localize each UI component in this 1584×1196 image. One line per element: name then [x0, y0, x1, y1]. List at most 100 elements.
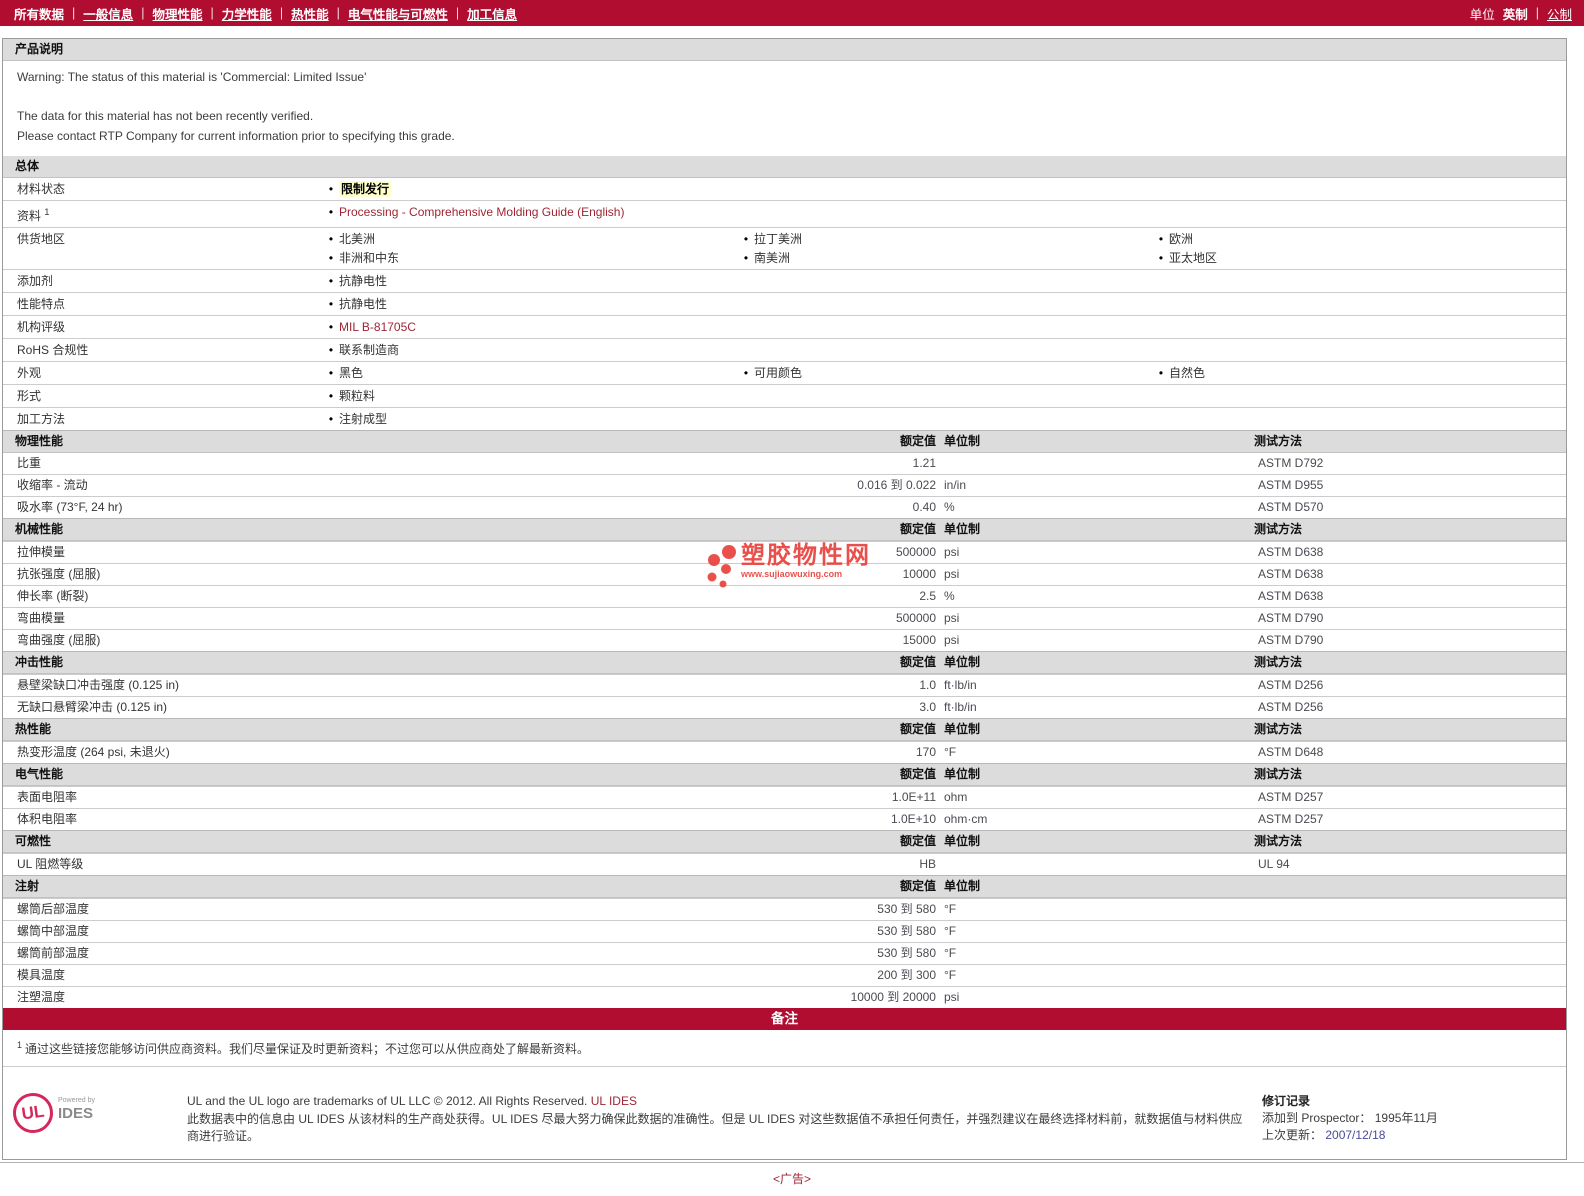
table-section-header: 热性能 额定值 单位制 测试方法	[3, 718, 1566, 741]
nav-item-5[interactable]: 电气性能与可燃性	[348, 4, 448, 23]
unit-switcher: 单位 英制 | 公制	[1470, 4, 1572, 23]
row-test-method: ASTM D638	[1258, 567, 1324, 581]
property-value-col-1: • 抗静电性	[323, 296, 738, 312]
row-value: 1.0E+11	[891, 790, 936, 804]
col-header-unit: 单位制	[944, 834, 981, 848]
property-label: 资料 1	[17, 207, 50, 223]
general-row: 外观 • 黑色 • 可用颜色 • 自然色	[3, 361, 1566, 384]
row-unit: °F	[944, 946, 957, 960]
general-row: 性能特点 • 抗静电性	[3, 292, 1566, 315]
warning-text: Warning: The status of this material is …	[17, 70, 367, 84]
nav-item-2[interactable]: 物理性能	[153, 4, 203, 23]
bullet-icon: •	[743, 232, 749, 246]
table-section-header: 注射 额定值 单位制	[3, 875, 1566, 898]
row-value: 2.5	[919, 589, 936, 603]
revision-record: 修订记录 添加到 Prospector： 1995年11月 上次更新： 2007…	[1262, 1093, 1554, 1144]
bullet-item: • 抗静电性	[323, 273, 738, 289]
table-row: 悬壁梁缺口冲击强度 (0.125 in) 1.0 ft·lb/in ASTM D256	[3, 674, 1566, 696]
table-row: 体积电阻率 1.0E+10 ohm·cm ASTM D257	[3, 808, 1566, 830]
bullet-item: • 可用颜色	[738, 365, 1153, 381]
nav-item-4[interactable]: 热性能	[291, 4, 329, 23]
ad-link[interactable]: <广告>	[773, 1172, 811, 1186]
nav-item-0: 所有数据	[14, 7, 65, 22]
row-label: 无缺口悬臂梁冲击 (0.125 in)	[17, 700, 168, 714]
table-row: 抗张强度 (屈服) 10000 psi ASTM D638	[3, 563, 1566, 585]
row-value: 170	[915, 745, 936, 759]
revision-updated-value: 2007/12/18	[1325, 1128, 1386, 1142]
property-value-text: 注射成型	[339, 412, 388, 426]
unit-separator: |	[1535, 6, 1539, 20]
section-header-general: 总体	[3, 156, 1566, 178]
col-header-method: 测试方法	[1254, 834, 1303, 848]
row-label: 体积电阻率	[17, 812, 78, 826]
col-header-value: 额定值	[899, 655, 936, 669]
nav-item-6[interactable]: 加工信息	[467, 4, 517, 23]
col-header-value: 额定值	[899, 434, 936, 448]
nav-item-1[interactable]: 一般信息	[83, 4, 133, 23]
table-section-title: 冲击性能	[15, 655, 64, 669]
row-unit: %	[944, 500, 955, 514]
property-value-text: 可用颜色	[754, 366, 803, 380]
property-value-text: 联系制造商	[339, 343, 400, 357]
table-row: 热变形温度 (264 psi, 未退火) 170 °F ASTM D648	[3, 741, 1566, 763]
table-section-header: 冲击性能 额定值 单位制 测试方法	[3, 651, 1566, 674]
col-header-unit: 单位制	[944, 522, 981, 536]
table-row: 螺筒前部温度 530 到 580 °F	[3, 942, 1566, 964]
bullet-item: • 抗静电性	[323, 296, 738, 312]
property-value-col-3	[1153, 181, 1566, 197]
row-test-method: ASTM D638	[1258, 589, 1324, 603]
row-label: 收缩率 - 流动	[17, 478, 88, 492]
row-label: 表面电阻率	[17, 790, 78, 804]
bullet-icon: •	[743, 251, 749, 265]
col-header-unit: 单位制	[944, 655, 981, 669]
bullet-icon: •	[328, 205, 334, 219]
property-value-text: 抗静电性	[339, 297, 388, 311]
bullet-item: • 欧洲	[1153, 231, 1566, 247]
property-value-link[interactable]: MIL B-81705C	[339, 319, 416, 335]
col-header-unit: 单位制	[944, 434, 981, 448]
row-value: 1.0	[919, 678, 936, 692]
col-header-value: 额定值	[899, 767, 936, 781]
nav-item-3[interactable]: 力学性能	[222, 4, 272, 23]
ides-logo-text: Powered by IDES	[58, 1093, 95, 1122]
nav-separator: |	[72, 6, 76, 20]
property-label: 外观	[17, 366, 42, 380]
description-line-3: Please contact RTP Company for current i…	[17, 129, 455, 143]
row-unit: in/in	[944, 478, 967, 492]
row-value: 530 到 580	[877, 946, 936, 960]
property-label: 性能特点	[17, 297, 66, 311]
row-label: 比重	[17, 456, 42, 470]
property-value-col-1: • 注射成型	[323, 411, 738, 427]
row-test-method	[1254, 924, 1566, 939]
general-properties: 材料状态 • 限制发行 资料 1 • Processing - Comprehensive…	[3, 178, 1566, 430]
row-test-method: ASTM D256	[1258, 700, 1324, 714]
row-value: 10000	[902, 567, 936, 581]
property-value-text: 抗静电性	[339, 274, 388, 288]
property-value-col-3	[1153, 388, 1566, 404]
row-label: 弯曲模量	[17, 611, 66, 625]
property-value-col-3	[1153, 411, 1566, 427]
general-row: 资料 1 • Processing - Comprehensive Molding …	[3, 200, 1566, 227]
nav-separator: |	[141, 6, 145, 20]
row-test-method: ASTM D790	[1258, 633, 1324, 647]
table-section-title: 注射	[15, 879, 40, 893]
row-value: 530 到 580	[877, 924, 936, 938]
row-unit: °F	[944, 924, 957, 938]
footer-disclaimer: UL and the UL logo are trademarks of UL …	[187, 1093, 1248, 1145]
unit-metric-link[interactable]: 公制	[1547, 4, 1572, 23]
property-value-link[interactable]: Processing - Comprehensive Molding Guide…	[339, 204, 624, 220]
table-row: 螺筒后部温度 530 到 580 °F	[3, 898, 1566, 920]
row-unit: °F	[944, 902, 957, 916]
unit-english[interactable]: 英制	[1503, 4, 1528, 23]
material-datasheet-page: 所有数据 | 一般信息 | 物理性能 | 力学性能 | 热性能 | 电气性能与可燃性 | 加工信息 单位…	[0, 0, 1584, 1196]
notes-banner: 备注	[3, 1008, 1566, 1030]
ul-ides-link[interactable]: UL IDES	[591, 1094, 637, 1108]
row-test-method	[1254, 990, 1566, 1005]
row-label: 吸水率 (73°F, 24 hr)	[17, 500, 123, 514]
bullet-item: • 自然色	[1153, 365, 1566, 381]
bullet-icon: •	[328, 412, 334, 426]
property-value-text: 欧洲	[1169, 232, 1194, 246]
row-unit: ft·lb/in	[944, 678, 977, 692]
ul-ides-logo: UL Powered by IDES	[10, 1090, 173, 1136]
row-label: 螺筒中部温度	[17, 924, 90, 938]
